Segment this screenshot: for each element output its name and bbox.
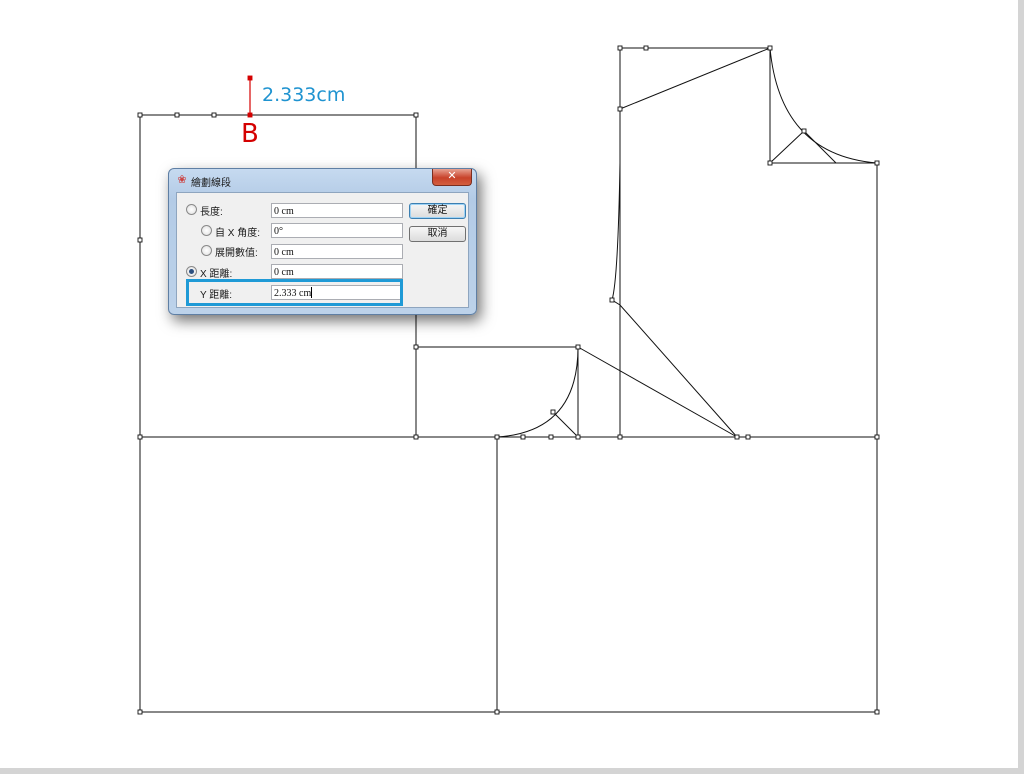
node[interactable] <box>874 434 880 440</box>
node[interactable] <box>745 434 751 440</box>
y-distance-highlight <box>186 279 403 306</box>
length-radio[interactable] <box>186 204 197 215</box>
ok-button[interactable]: 確定 <box>409 203 466 219</box>
close-icon: ✕ <box>447 170 457 182</box>
measure-label: 2.333cm <box>262 84 346 106</box>
node[interactable] <box>174 112 180 118</box>
length-label: 長度: <box>200 207 223 218</box>
node[interactable] <box>413 434 419 440</box>
node[interactable] <box>609 297 615 303</box>
neck-guide[interactable] <box>552 411 579 438</box>
cancel-button[interactable]: 取消 <box>409 226 466 242</box>
dialog-titlebar[interactable]: ❀ 繪劃線段 ✕ <box>169 169 476 191</box>
armhole-guide-2[interactable] <box>803 130 837 164</box>
node[interactable] <box>137 112 143 118</box>
node[interactable] <box>643 45 649 51</box>
node[interactable] <box>575 344 581 350</box>
node[interactable] <box>874 709 880 715</box>
expand-value-radio[interactable] <box>201 245 212 256</box>
node[interactable] <box>137 709 143 715</box>
drawing-canvas[interactable]: 2.333cm B <box>0 0 1018 768</box>
node[interactable] <box>137 434 143 440</box>
pattern-app-icon: ❀ <box>177 174 187 186</box>
x-distance-field[interactable]: 0 cm <box>271 264 403 279</box>
node[interactable] <box>617 106 623 112</box>
x-distance-label: X 距離: <box>200 269 233 280</box>
pattern-drawing[interactable] <box>0 0 1018 768</box>
point-b-node[interactable] <box>247 112 253 118</box>
node[interactable] <box>211 112 217 118</box>
angle-radio[interactable] <box>201 225 212 236</box>
lower-panel-outline[interactable] <box>139 437 878 713</box>
node[interactable] <box>413 344 419 350</box>
node[interactable] <box>550 409 556 415</box>
armhole-guide[interactable] <box>769 130 805 164</box>
armhole-curve[interactable] <box>769 47 878 164</box>
node[interactable] <box>734 434 740 440</box>
node[interactable] <box>494 434 500 440</box>
node[interactable] <box>494 709 500 715</box>
neck-diagonal-line[interactable] <box>577 346 738 438</box>
node[interactable] <box>520 434 526 440</box>
node[interactable] <box>801 128 807 134</box>
right-upper-diagonal[interactable] <box>619 47 771 110</box>
node[interactable] <box>617 434 623 440</box>
node[interactable] <box>767 160 773 166</box>
length-field[interactable]: 0 cm <box>271 203 403 218</box>
node[interactable] <box>767 45 773 51</box>
neck-curve[interactable] <box>496 346 579 438</box>
node[interactable] <box>874 160 880 166</box>
node[interactable] <box>548 434 554 440</box>
node[interactable] <box>413 112 419 118</box>
segment-start-node[interactable] <box>247 75 253 81</box>
point-b-label: B <box>241 119 259 149</box>
angle-field[interactable]: 0° <box>271 223 403 238</box>
close-button[interactable]: ✕ <box>432 169 472 186</box>
node[interactable] <box>137 237 143 243</box>
dialog-title: 繪劃線段 <box>191 178 231 189</box>
side-curve[interactable] <box>611 162 738 438</box>
expand-value-label: 展開數值: <box>215 248 258 259</box>
angle-label: 自 X 角度: <box>215 228 261 239</box>
expand-value-field[interactable]: 0 cm <box>271 244 403 259</box>
node[interactable] <box>617 45 623 51</box>
x-distance-radio[interactable] <box>186 266 197 277</box>
node[interactable] <box>575 434 581 440</box>
